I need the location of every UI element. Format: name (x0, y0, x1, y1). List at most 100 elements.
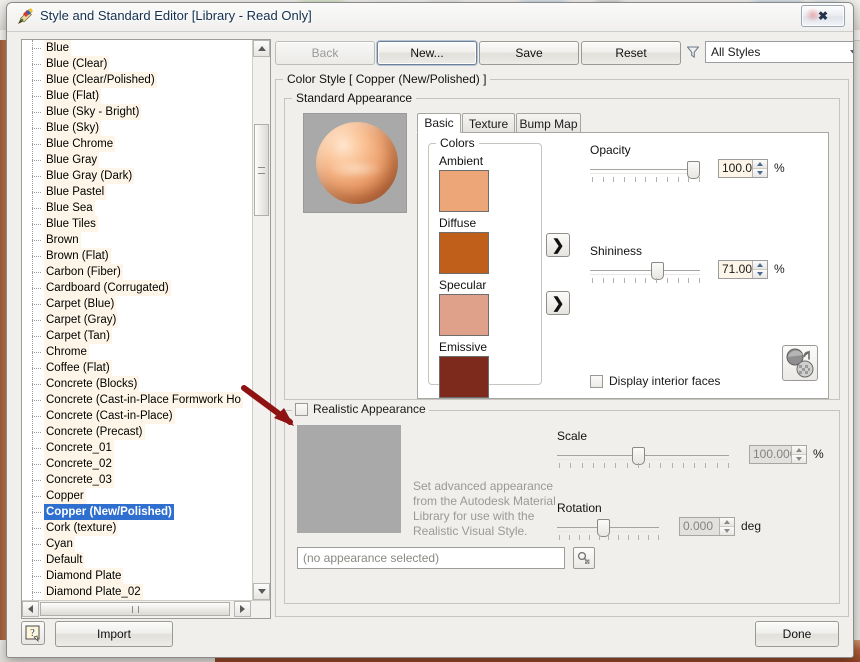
tree-item[interactable]: Blue Chrome (22, 136, 251, 152)
tab-texture[interactable]: Texture (462, 113, 515, 133)
realistic-appearance-row[interactable]: Realistic Appearance (292, 402, 429, 416)
tree-hscroll-thumb[interactable] (40, 602, 230, 616)
tree-item[interactable]: Copper (22, 488, 251, 504)
tree-item[interactable]: Brown (22, 232, 251, 248)
tree-item[interactable]: Default (22, 552, 251, 568)
tree-item[interactable]: Chrome (22, 344, 251, 360)
tree-branch-line (32, 128, 41, 129)
tree-item[interactable]: Blue Gray (22, 152, 251, 168)
shininess-spin-down[interactable] (753, 270, 767, 278)
scroll-left-button[interactable] (22, 601, 39, 617)
appearance-browse-icon[interactable] (573, 547, 595, 569)
new-button[interactable]: New... (377, 41, 477, 65)
tree-item[interactable]: Cyan (22, 536, 251, 552)
tree-item[interactable]: Concrete_03 (22, 472, 251, 488)
tree-item[interactable]: Blue (22, 40, 251, 56)
tree-branch-line (32, 64, 41, 65)
tree-item[interactable]: Concrete_02 (22, 456, 251, 472)
scale-spin-up[interactable] (792, 446, 806, 455)
tree-item[interactable]: Concrete_01 (22, 440, 251, 456)
tree-item[interactable]: Cork (texture) (22, 520, 251, 536)
style-filter-combobox[interactable]: All Styles (705, 41, 854, 63)
tree-item[interactable]: Blue Tiles (22, 216, 251, 232)
specular-color-swatch[interactable] (439, 294, 489, 336)
chevron-down-icon[interactable] (845, 42, 854, 62)
tree-item[interactable]: Blue (Clear) (22, 56, 251, 72)
copy-ambient-to-diffuse-button[interactable]: ❯ (546, 233, 570, 257)
shininess-spin-up[interactable] (753, 261, 767, 270)
tree-item[interactable]: Blue Sea (22, 200, 251, 216)
scroll-right-button[interactable] (234, 601, 251, 617)
tree-item[interactable]: Carpet (Blue) (22, 296, 251, 312)
tree-item[interactable]: Blue (Sky) (22, 120, 251, 136)
emissive-color-swatch[interactable] (439, 356, 489, 398)
scale-spin-buttons[interactable] (791, 446, 806, 463)
display-interior-faces-row[interactable]: Display interior faces (590, 374, 720, 388)
rotation-spin-down[interactable] (720, 527, 734, 535)
ambient-color-swatch[interactable] (439, 170, 489, 212)
rotation-spin-up[interactable] (720, 518, 734, 527)
tree-item[interactable]: Coffee (Flat) (22, 360, 251, 376)
scale-spin-down[interactable] (792, 455, 806, 463)
reset-button[interactable]: Reset (581, 41, 681, 65)
close-button[interactable]: ✖ (801, 5, 845, 27)
tree-item[interactable]: Concrete (Precast) (22, 424, 251, 440)
shininess-spinner[interactable]: 71.000 (718, 260, 768, 279)
tree-item[interactable]: Cardboard (Corrugated) (22, 280, 251, 296)
tree-branch-line (32, 80, 41, 81)
shininess-slider[interactable] (590, 268, 700, 274)
opacity-spin-buttons[interactable] (752, 160, 767, 177)
tab-basic[interactable]: Basic (417, 113, 461, 133)
style-tree-scroll[interactable]: BlueBlue (Clear)Blue (Clear/Polished)Blu… (22, 40, 251, 600)
rotation-label: Rotation (557, 501, 602, 515)
tree-item[interactable]: Brown (Flat) (22, 248, 251, 264)
opacity-spinner[interactable]: 100.000 (718, 159, 768, 178)
tree-item-label: Cork (texture) (44, 520, 118, 536)
tree-item[interactable]: Concrete (Cast-in-Place Formwork Ho (22, 392, 251, 408)
shininess-spin-buttons[interactable] (752, 261, 767, 278)
tree-item[interactable]: Copper (New/Polished) (22, 504, 251, 520)
opacity-spin-up[interactable] (753, 160, 767, 169)
sphere-checker-toggle-icon[interactable] (782, 345, 818, 381)
tree-scroll-thumb[interactable] (254, 124, 269, 216)
style-filter-value: All Styles (706, 45, 845, 59)
tree-item[interactable]: Carpet (Gray) (22, 312, 251, 328)
tree-vertical-scrollbar[interactable] (252, 40, 270, 600)
rotation-slider[interactable] (557, 525, 659, 531)
opacity-spin-down[interactable] (753, 169, 767, 177)
scale-spinner[interactable]: 100.000 (749, 445, 807, 464)
tree-item[interactable]: Concrete (Blocks) (22, 376, 251, 392)
copy-diffuse-to-specular-button[interactable]: ❯ (546, 291, 570, 315)
tree-item[interactable]: Concrete (Cast-in-Place) (22, 408, 251, 424)
tree-item[interactable]: Blue Gray (Dark) (22, 168, 251, 184)
import-button[interactable]: Import (55, 621, 173, 647)
back-button[interactable]: Back (275, 41, 375, 65)
scroll-up-button[interactable] (253, 40, 270, 57)
tree-item[interactable]: Diamond Plate_02 (22, 584, 251, 600)
tab-bump-map[interactable]: Bump Map (516, 113, 581, 133)
opacity-slider-track (590, 169, 700, 174)
rotation-spin-buttons[interactable] (719, 518, 734, 535)
tree-item[interactable]: Blue Pastel (22, 184, 251, 200)
tree-item[interactable]: Carbon (Fiber) (22, 264, 251, 280)
rotation-spinner[interactable]: 0.000 (679, 517, 735, 536)
display-interior-faces-checkbox[interactable] (590, 375, 603, 388)
help-icon[interactable]: ? (21, 621, 45, 645)
save-button[interactable]: Save (479, 41, 579, 65)
appearance-name-field[interactable]: (no appearance selected) (297, 547, 565, 569)
opacity-slider[interactable] (590, 167, 700, 173)
scale-slider[interactable] (557, 453, 729, 459)
tree-item-label: Concrete_02 (44, 456, 114, 472)
scroll-down-button[interactable] (253, 583, 270, 600)
tree-horizontal-scrollbar[interactable] (22, 600, 270, 618)
tree-item[interactable]: Carpet (Tan) (22, 328, 251, 344)
done-button[interactable]: Done (755, 621, 839, 647)
tree-item[interactable]: Blue (Clear/Polished) (22, 72, 251, 88)
tree-item[interactable]: Diamond Plate (22, 568, 251, 584)
realistic-appearance-checkbox[interactable] (295, 403, 308, 416)
tree-item[interactable]: Blue (Flat) (22, 88, 251, 104)
filter-funnel-icon[interactable] (679, 42, 707, 62)
diffuse-color-swatch[interactable] (439, 232, 489, 274)
tree-item[interactable]: Blue (Sky - Bright) (22, 104, 251, 120)
color-style-group-title: Color Style [ Copper (New/Polished) ] (283, 72, 490, 86)
